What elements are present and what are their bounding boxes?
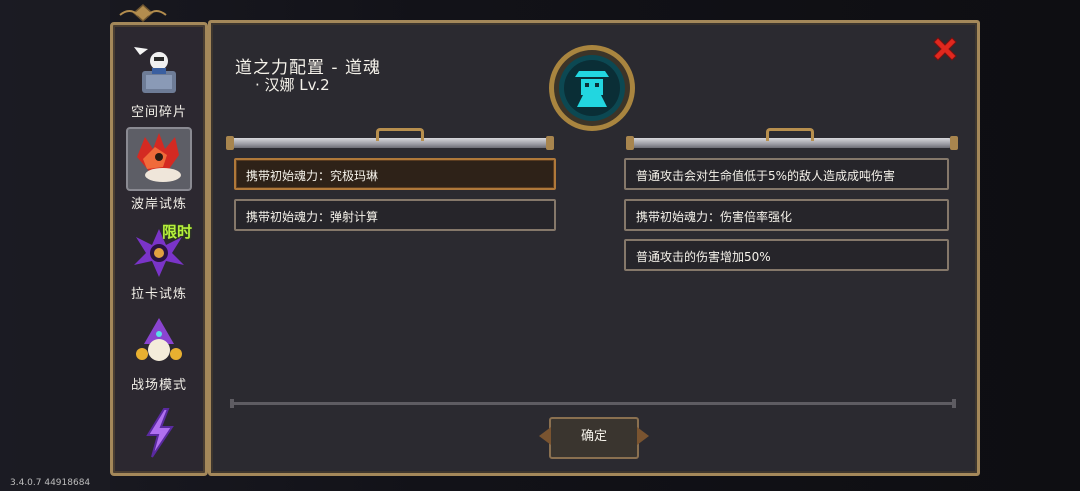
confirm-button[interactable]: 确定 [539,417,649,459]
option-execute-low-hp[interactable]: 普通攻击会对生命值低于5%的敌人造成成吨伤害 [624,158,949,190]
option-initial-soul-bounce-calc[interactable]: 携带初始魂力：弹射计算 [234,199,556,231]
sidebar-item-label: 战场模式 [130,378,187,393]
option-initial-soul-ultimate-marin[interactable]: 携带初始魂力：究极玛琳 [234,158,556,190]
sidebar-item-label: 波岸试炼 [130,197,187,212]
mode-sidebar[interactable]: 空间碎片 波岸试炼 限时 拉卡试炼 战场模式 [110,22,208,476]
wizard-icon [130,314,188,372]
version-label: 3.4.0.7 44918684 [10,478,91,488]
hero-level: · 汉娜 Lv.2 [255,76,330,94]
purple-flower-icon: 限时 [130,223,192,281]
red-feather-beast-icon [126,127,192,191]
panel-divider [230,399,956,408]
rod-hook [766,128,814,141]
close-icon[interactable] [930,34,960,64]
rod-cap [626,136,634,150]
option-normal-attack-damage-up[interactable]: 普通攻击的伤害增加50% [624,239,949,271]
sidebar-item-lightning[interactable] [121,397,197,473]
option-initial-soul-damage-rate[interactable]: 携带初始魂力：伤害倍率强化 [624,199,949,231]
rod-cap [950,136,958,150]
confirm-button-label: 确定 [580,429,607,444]
sidebar-item-laka-trial[interactable]: 限时 拉卡试炼 [121,217,197,303]
hanna-portrait-icon [549,45,635,131]
sidebar-item-label: 拉卡试炼 [130,287,187,302]
background-map-shadow [0,0,110,491]
sidebar-item-battlefield-mode[interactable]: 战场模式 [121,308,197,394]
sidebar-item-label: 空间碎片 [130,105,187,120]
limited-time-badge: 限时 [161,223,192,241]
lightning-icon [130,403,188,461]
rod-hook [376,128,424,141]
shard-cauldron-icon [130,41,188,99]
sidebar-item-boan-trial[interactable]: 波岸试炼 [121,125,197,212]
rod-cap [546,136,554,150]
rod-cap [226,136,234,150]
sidebar-item-space-shards[interactable]: 空间碎片 [121,35,197,121]
